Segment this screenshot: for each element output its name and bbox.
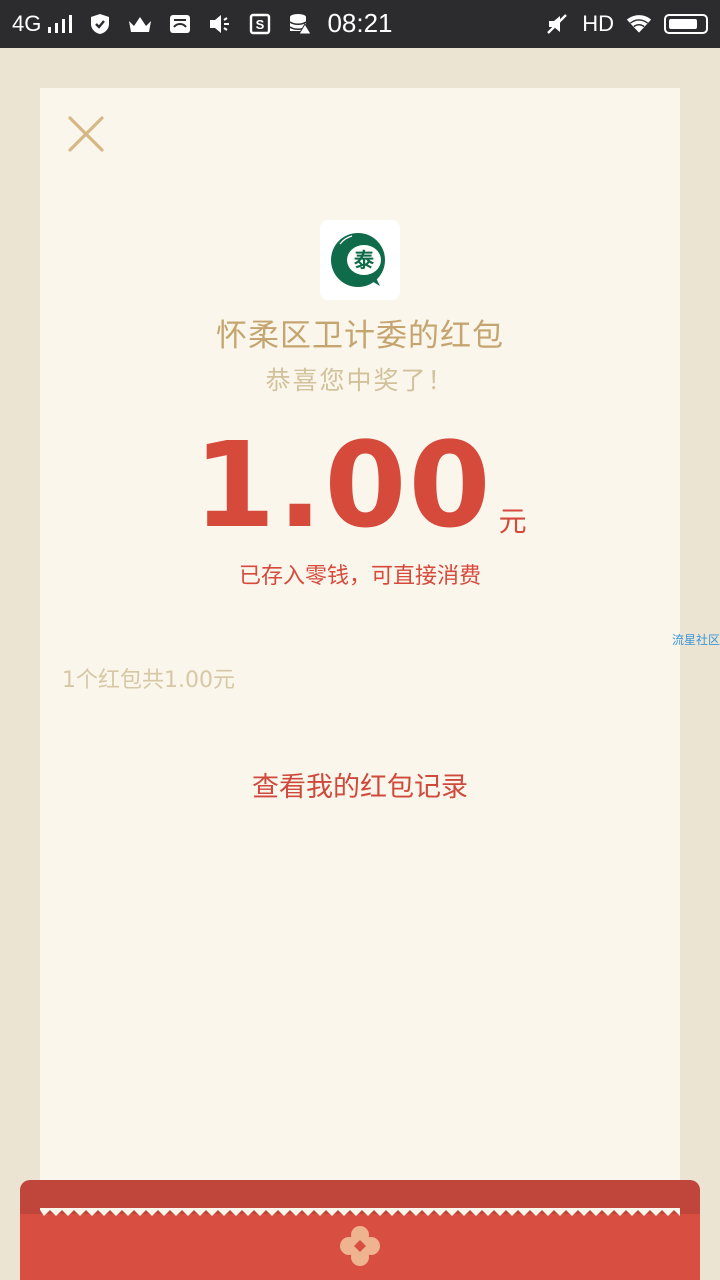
view-records-link[interactable]: 查看我的红包记录 <box>40 770 680 806</box>
watermark: 流星社区 <box>671 633 720 647</box>
logo-glyph: 泰 <box>353 248 375 272</box>
sender-name: 怀柔区卫计委的红包 <box>216 318 504 354</box>
redpacket-card: 泰 怀柔区卫计委的红包 恭喜您中奖了！ 1.00 元 已存入零钱，可直接消费 1… <box>40 88 680 1218</box>
status-bar: 4G S 08:21 HD <box>0 0 720 48</box>
close-icon <box>68 116 104 152</box>
muted-vibrate-icon <box>544 11 570 37</box>
sender-avatar: 泰 <box>320 220 400 300</box>
zigzag-edge <box>40 1208 680 1216</box>
flower-seal-icon[interactable] <box>338 1224 382 1268</box>
status-right: HD <box>544 10 708 38</box>
hd-label: HD <box>582 11 614 36</box>
battery-icon <box>664 14 708 34</box>
close-button[interactable] <box>64 112 108 156</box>
battery-fill <box>669 19 697 29</box>
sender-logo-icon: 泰 <box>331 233 385 287</box>
packet-summary: 1个红包共1.00元 <box>62 668 235 693</box>
amount-unit: 元 <box>498 505 527 538</box>
saved-to-wallet-text: 已存入零钱，可直接消费 <box>238 564 481 589</box>
wifi-icon <box>626 11 652 37</box>
amount-row: 1.00 元 <box>40 416 680 544</box>
wish-text: 恭喜您中奖了！ <box>265 366 455 395</box>
amount-value: 1.00 <box>193 416 493 554</box>
